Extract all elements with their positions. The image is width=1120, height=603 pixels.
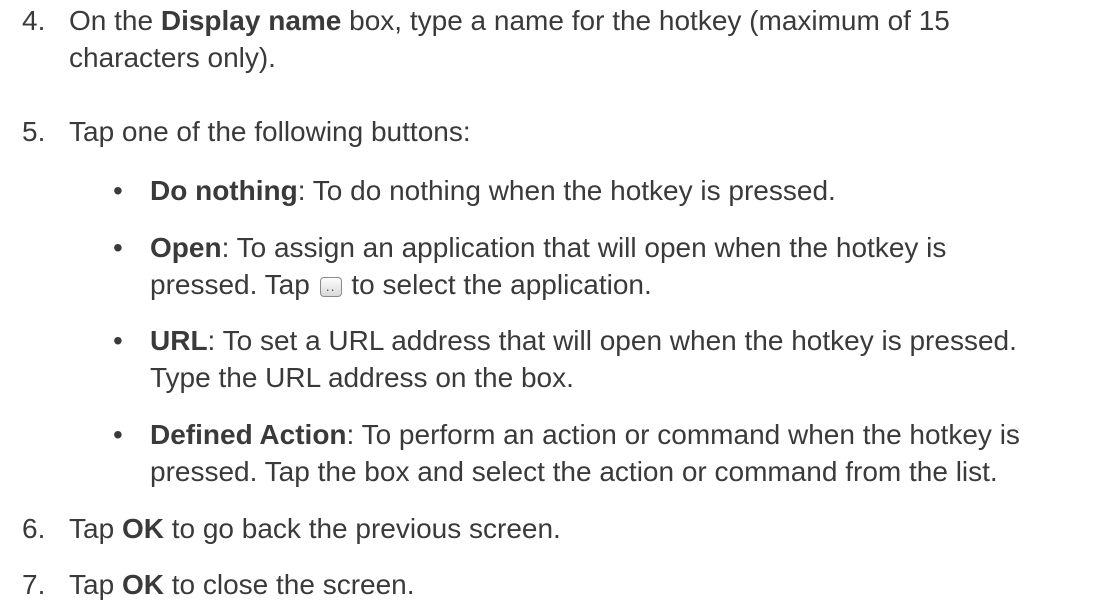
bullet-text: Open: To assign an application that will… [150,229,1100,305]
text-segment: On the [69,5,161,36]
bullet-line: Defined Action: To perform an action or … [150,416,1100,453]
bullet-line: URL: To set a URL address that will open… [150,322,1100,359]
bullet-line: Open: To assign an application that will… [150,229,1100,266]
step-number: 5. [22,116,46,147]
text-segment: to select the application. [343,269,652,300]
step-6: 6. Tap OK to go back the previous screen… [22,510,1102,547]
display-name-term: Display name [160,5,342,36]
ok-term: OK [121,513,164,544]
bullet-text: URL: To set a URL address that will open… [150,322,1100,396]
bullet-icon: • [113,232,123,263]
option-defined-action: • Defined Action: To perform an action o… [113,416,1103,490]
defined-action-term: Defined Action [150,419,347,450]
text-segment: to go back the previous screen. [163,513,561,544]
text-segment: Tap [69,513,122,544]
open-term: Open [150,232,222,263]
text-segment: box, type a name for the hotkey (maximum… [341,5,950,36]
browse-button-icon [319,268,342,305]
bullet-line: Do nothing: To do nothing when the hotke… [150,172,1100,209]
step-number: 6. [22,513,46,544]
step-4: 4. On the Display name box, type a name … [22,2,1102,76]
do-nothing-term: Do nothing [150,175,298,206]
option-do-nothing: • Do nothing: To do nothing when the hot… [113,172,1103,209]
option-open: • Open: To assign an application that wi… [113,229,1103,305]
bullet-line: Type the URL address on the box. [150,362,574,393]
bullet-text: Defined Action: To perform an action or … [150,416,1100,490]
option-url: • URL: To set a URL address that will op… [113,322,1103,396]
bullet-icon: • [113,325,123,356]
text-segment: : To assign an application that will ope… [221,232,947,263]
bullet-line: pressed. Tap the box and select the acti… [150,456,998,487]
step-4-line-2: characters only). [69,42,276,73]
step-number: 4. [22,5,46,36]
step-4-line-1: On the Display name box, type a name for… [69,2,1079,39]
step-4-text: On the Display name box, type a name for… [69,2,1079,76]
step-5-line: Tap one of the following buttons: [69,116,471,147]
bullet-icon: • [113,419,123,450]
instruction-page: 4. On the Display name box, type a name … [0,0,1120,600]
text-segment: pressed. Tap [150,269,318,300]
text-segment: : To perform an action or command when t… [346,419,1020,450]
step-6-text: Tap OK to go back the previous screen. [69,510,1079,547]
step-6-line: Tap OK to go back the previous screen. [69,510,1079,547]
text-segment: : To do nothing when the hotkey is press… [297,175,836,206]
url-term: URL [150,325,208,356]
step-5: 5. Tap one of the following buttons: [22,113,1102,150]
bullet-icon: • [113,175,123,206]
bullet-line: pressed. Tap to select the application. [150,266,1100,305]
text-segment: : To set a URL address that will open wh… [207,325,1017,356]
step-5-text: Tap one of the following buttons: [69,113,1079,150]
bullet-text: Do nothing: To do nothing when the hotke… [150,172,1100,209]
